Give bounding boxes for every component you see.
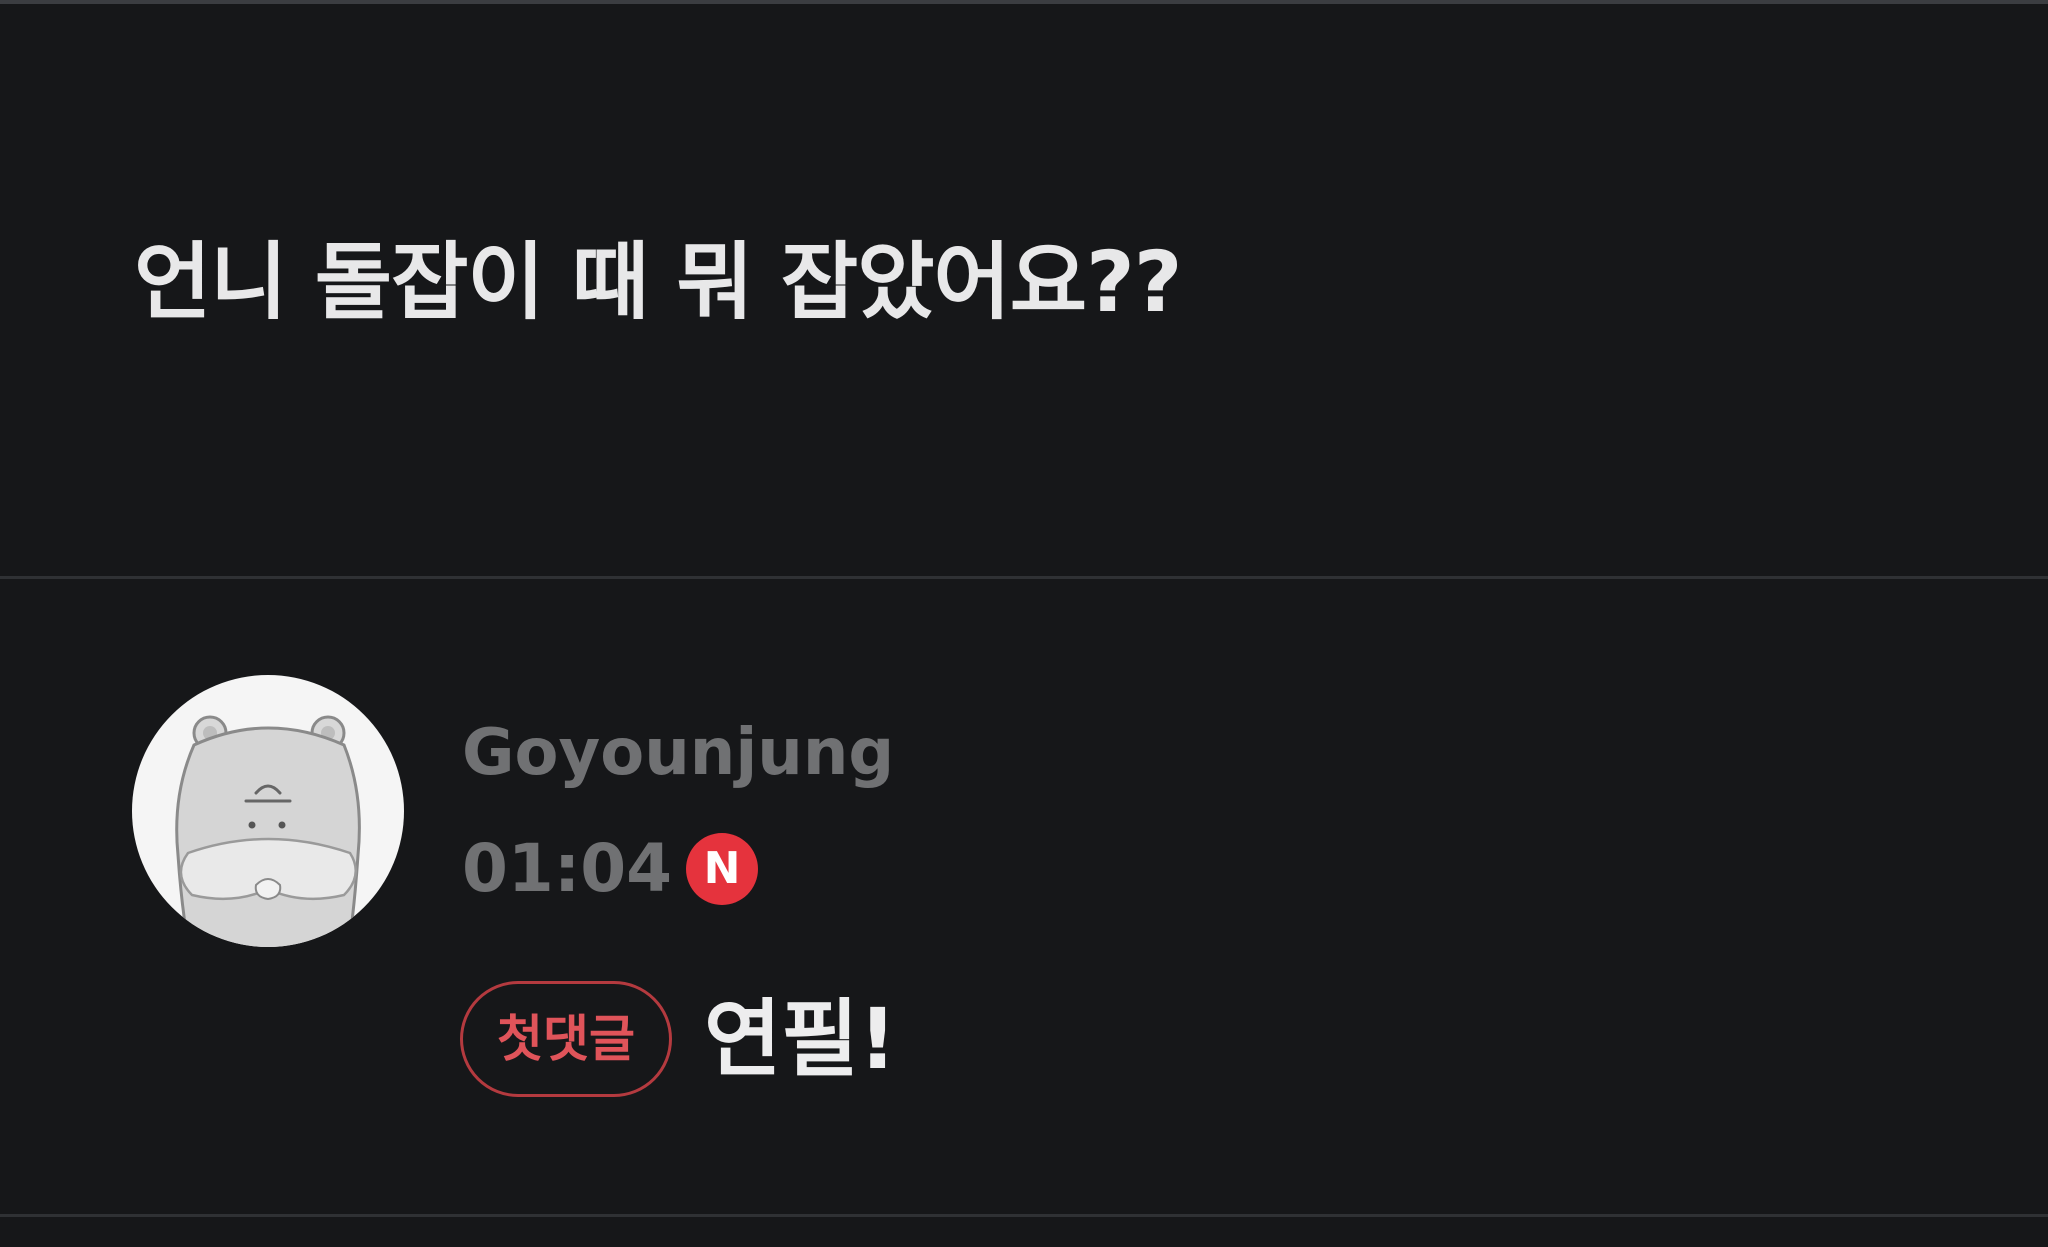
hamster-avatar-icon[interactable] (132, 675, 404, 947)
post-title: 언니 돌잡이 때 뭐 잡았어요?? (134, 233, 1183, 331)
new-badge: N (686, 833, 759, 905)
section-divider (0, 1214, 2048, 1217)
comment-content: 첫댓글 연필! (460, 979, 897, 1099)
comment-item: Goyounjung 01:04 N 첫댓글 연필! (0, 579, 2048, 1214)
first-comment-badge: 첫댓글 (460, 981, 672, 1097)
comment-time: 01:04 (462, 830, 673, 907)
comment-author[interactable]: Goyounjung (462, 721, 894, 785)
comment-meta: 01:04 N (462, 829, 759, 909)
comment-text: 연필! (704, 990, 897, 1088)
top-divider (0, 0, 2048, 4)
